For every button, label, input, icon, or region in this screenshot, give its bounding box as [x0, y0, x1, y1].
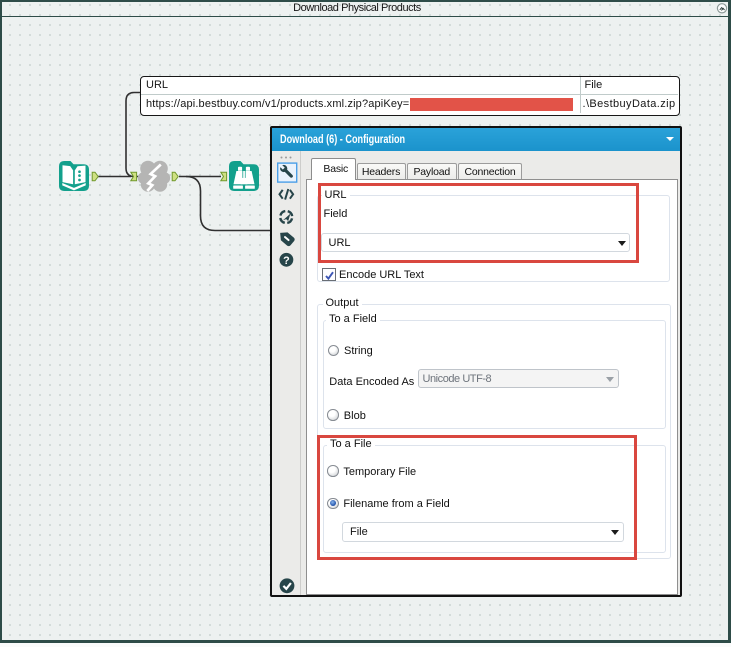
svg-text:?: ? — [283, 254, 290, 266]
